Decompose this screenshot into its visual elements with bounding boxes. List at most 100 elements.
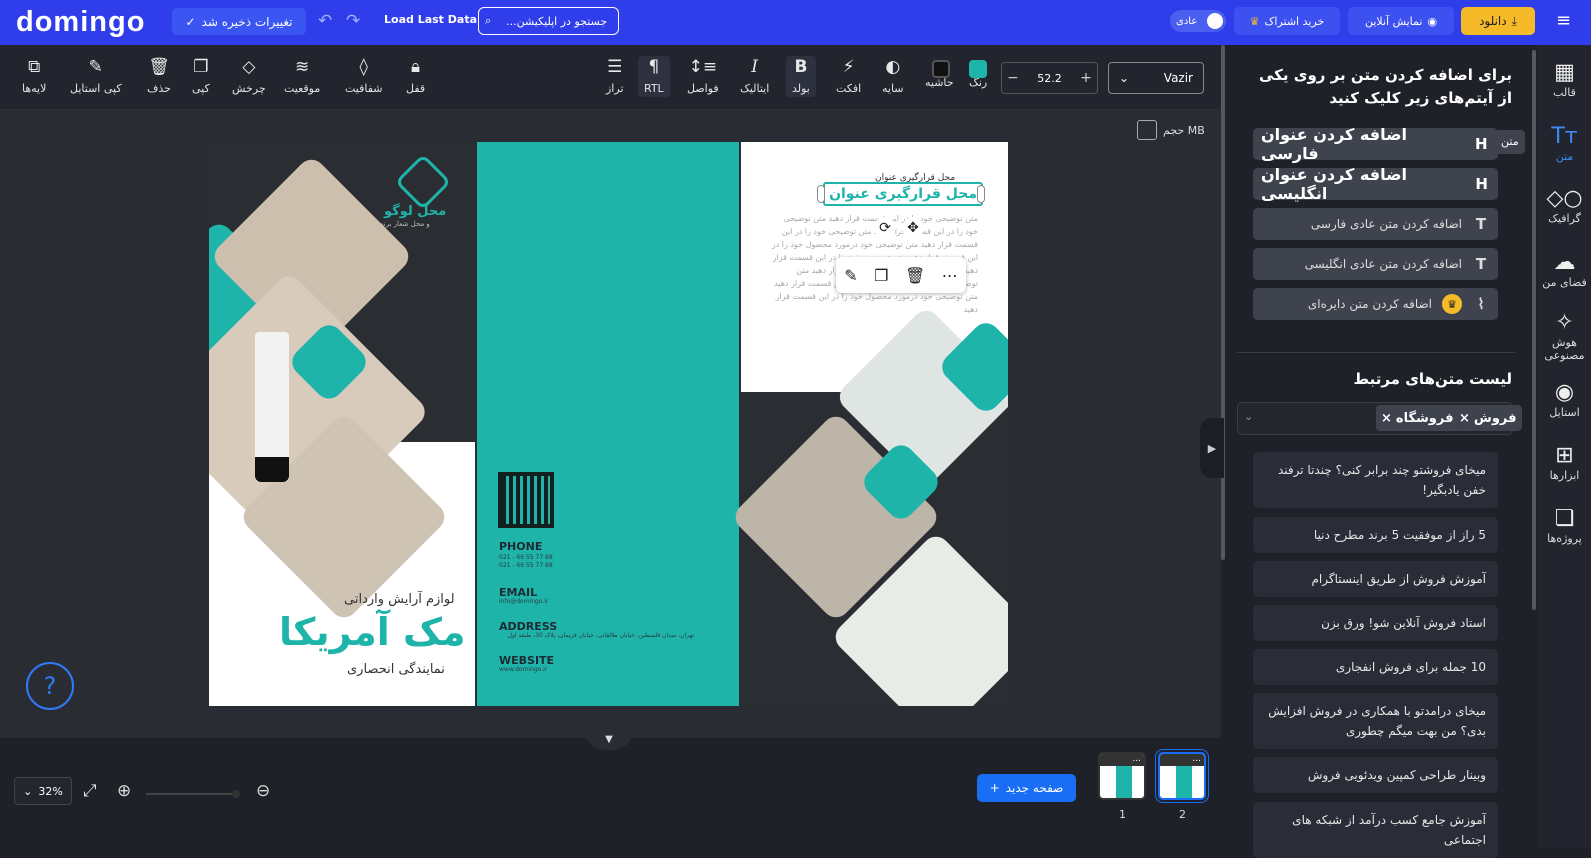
website-value[interactable]: www.domingo.ir xyxy=(499,666,547,673)
logo-slogan-text[interactable]: و محل شعار برند xyxy=(380,220,430,228)
tag-label: فروش xyxy=(1473,410,1517,426)
live-preview-button[interactable]: نمایش آنلاین ◉ xyxy=(1348,7,1454,35)
search-input[interactable] xyxy=(495,14,608,28)
curve-text-icon: ⌇ xyxy=(1477,295,1485,313)
zoom-out-icon[interactable]: ⊖ xyxy=(256,781,270,801)
chevron-down-icon[interactable]: ⌄ xyxy=(1244,410,1253,423)
qr-code-image xyxy=(498,472,554,528)
bold-tool[interactable]: B بولد xyxy=(786,56,816,97)
undo-icon[interactable]: ↶ xyxy=(318,11,332,31)
tag-chip-sales[interactable]: × فروش xyxy=(1454,405,1522,431)
add-english-heading-button[interactable]: اضافه کردن عنوان انگلیسی H xyxy=(1253,165,1498,203)
font-family-select[interactable]: ⌄ Vazir xyxy=(1108,62,1204,94)
delete-tool[interactable]: 🗑︎ حذف xyxy=(147,58,171,95)
thumbnail-menu[interactable]: ... xyxy=(1100,754,1144,766)
rotate-handle-icon[interactable]: ⟳ xyxy=(874,217,896,239)
italic-tool[interactable]: I ایتالیک xyxy=(740,58,769,95)
mode-toggle[interactable]: عادی xyxy=(1170,10,1226,32)
more-icon[interactable]: ⋯ xyxy=(942,266,958,285)
fullscreen-icon[interactable]: ⤢ xyxy=(83,781,97,801)
help-button[interactable]: ? xyxy=(26,662,74,710)
font-size-stepper[interactable]: − 52.2 + xyxy=(1001,62,1098,94)
shadow-tool[interactable]: ◐ سایه xyxy=(882,58,904,95)
rail-graphic[interactable]: ◇○ گرافیک xyxy=(1538,186,1591,225)
related-text-item[interactable]: آموزش فروش از طریق اینستاگرام xyxy=(1253,561,1498,597)
related-text-item[interactable]: 5 راز از موفقیت 5 برند مطرح دنیا xyxy=(1253,517,1498,553)
rail-text[interactable]: Tт متن xyxy=(1538,124,1591,163)
add-persian-heading-button[interactable]: اضافه کردن عنوان فارسی H xyxy=(1253,125,1498,163)
side-panel-scrollbar[interactable] xyxy=(1532,50,1536,610)
copy-style-tool[interactable]: ✎ کپی استایل xyxy=(70,58,122,95)
phone-label[interactable]: PHONE xyxy=(499,540,542,553)
align-tool[interactable]: ☰ تراز xyxy=(606,58,624,95)
logo-placeholder-text[interactable]: محل لوگو xyxy=(384,204,446,219)
zoom-slider[interactable] xyxy=(146,790,240,798)
file-size-indicator[interactable]: حجم MB xyxy=(1137,120,1205,140)
resize-handle-left[interactable] xyxy=(817,185,825,203)
rail-style[interactable]: ◉ استایل xyxy=(1538,380,1591,419)
palette-icon: ◉ xyxy=(1554,380,1575,405)
redo-icon[interactable]: ↷ xyxy=(346,11,360,31)
app-logo[interactable]: domingo xyxy=(16,6,145,39)
tag-chip-store[interactable]: × فروشگاه xyxy=(1376,405,1459,431)
add-english-text-button[interactable]: اضافه کردن متن عادی انگلیسی T xyxy=(1253,248,1498,280)
rotate-tool[interactable]: ◇ چرخش xyxy=(232,58,266,95)
related-text-item[interactable]: میخای فروشتو چند برابر کنی؟ چندتا ترفند … xyxy=(1253,452,1498,508)
copy-tool[interactable]: ❐ کپی xyxy=(192,58,210,95)
remove-tag-icon[interactable]: × xyxy=(1459,411,1470,426)
border-color-swatch[interactable] xyxy=(932,60,950,78)
font-size-value[interactable]: 52.2 xyxy=(1024,72,1075,85)
selected-title-textbox[interactable]: محل قرارگیری عنوان xyxy=(823,182,983,206)
resize-handle-right[interactable] xyxy=(977,185,985,203)
thumbnail-menu[interactable]: ... xyxy=(1160,754,1204,766)
opacity-tool[interactable]: ◊ شفافیت xyxy=(345,58,383,95)
phone-value-1[interactable]: 021 - 66 55 77 88 xyxy=(499,554,553,561)
rail-ai[interactable]: ✧ هوش مصنوعی xyxy=(1538,310,1591,362)
load-last-data-button[interactable]: Load Last Data xyxy=(384,13,477,26)
position-tool[interactable]: ≋ موقعیت xyxy=(284,58,320,95)
move-handle-icon[interactable]: ✥ xyxy=(902,217,924,239)
add-persian-text-button[interactable]: اضافه کردن متن عادی فارسی T xyxy=(1253,208,1498,240)
related-text-item[interactable]: 10 جمله برای فروش انفجاری xyxy=(1253,649,1498,685)
brand-name[interactable]: مک آمریکا xyxy=(279,610,466,654)
lock-tool[interactable]: 🔒︎ قفل xyxy=(406,58,425,95)
new-page-button[interactable]: صفحه جدید + xyxy=(977,774,1076,802)
layers-tool[interactable]: ⧉ لایه‌ها xyxy=(22,58,46,95)
rail-tools[interactable]: ⊞ ابزارها xyxy=(1538,443,1591,482)
rail-projects[interactable]: ❏ پروژه‌ها xyxy=(1538,506,1591,545)
duplicate-icon[interactable]: ❐ xyxy=(874,266,888,285)
phone-value-2[interactable]: 021 - 66 55 77 88 xyxy=(499,562,553,569)
trash-icon[interactable]: 🗑︎ xyxy=(905,266,925,285)
related-text-item[interactable]: وبینار طراحی کمپین ویدئویی فروش xyxy=(1253,757,1498,793)
zoom-slider-knob[interactable] xyxy=(232,790,240,798)
related-text-item[interactable]: آموزش جامع کسب درآمد از شبکه های اجتماعی xyxy=(1253,802,1498,858)
brochure-panel-left[interactable]: محل لوگو و محل شعار برند لوازم آرایش وار… xyxy=(209,142,475,706)
subscribe-button[interactable]: ♛ خرید اشتراک xyxy=(1234,7,1340,35)
add-circular-text-button[interactable]: اضافه کردن متن دایره‌ای ♛ ⌇ xyxy=(1253,288,1498,320)
brand-tagline[interactable]: نمایندگی انحصاری xyxy=(347,662,445,677)
related-text-item[interactable]: میخای درامدتو با همکاری در فروش افزایش ب… xyxy=(1253,693,1498,749)
minus-icon[interactable]: − xyxy=(1002,70,1024,86)
save-status-button[interactable]: تغییرات ذخیره شد ✓ xyxy=(172,8,306,35)
rtl-tool[interactable]: ¶ RTL xyxy=(638,56,670,97)
page-thumbnail-1[interactable]: ... xyxy=(1098,752,1146,800)
effect-tool[interactable]: ⚡︎ افکت xyxy=(836,58,861,95)
rail-myspace[interactable]: ☁ فضای من xyxy=(1538,250,1591,289)
page-thumbnail-2[interactable]: ... xyxy=(1155,749,1209,803)
search-box[interactable]: ⌕ xyxy=(478,7,619,35)
menu-icon[interactable]: ≡ xyxy=(1556,10,1571,31)
address-value[interactable]: تهران، میدان فلسطین، خیابان طالقانی، خیا… xyxy=(499,632,694,639)
rail-template[interactable]: ▦ قالب xyxy=(1538,60,1591,99)
email-value[interactable]: info@domingo.ir xyxy=(499,598,548,605)
spacing-tool[interactable]: ↕≡ فواصل xyxy=(687,58,719,95)
download-button[interactable]: دانلود ⤓ xyxy=(1461,7,1535,35)
brand-subtitle[interactable]: لوازم آرایش وارداتی xyxy=(344,592,455,607)
remove-tag-icon[interactable]: × xyxy=(1381,411,1392,426)
zoom-select[interactable]: ⌄ 32% xyxy=(14,777,72,805)
zoom-in-icon[interactable]: ⊕ xyxy=(117,781,131,801)
related-text-item[interactable]: استاد فروش آنلاین شو! ورق بزن xyxy=(1253,605,1498,641)
text-color-swatch[interactable] xyxy=(969,60,987,78)
plus-icon[interactable]: + xyxy=(1075,70,1097,86)
side-panel-collapse-button[interactable]: ▶ xyxy=(1200,418,1224,478)
edit-icon[interactable]: ✎ xyxy=(844,266,857,285)
